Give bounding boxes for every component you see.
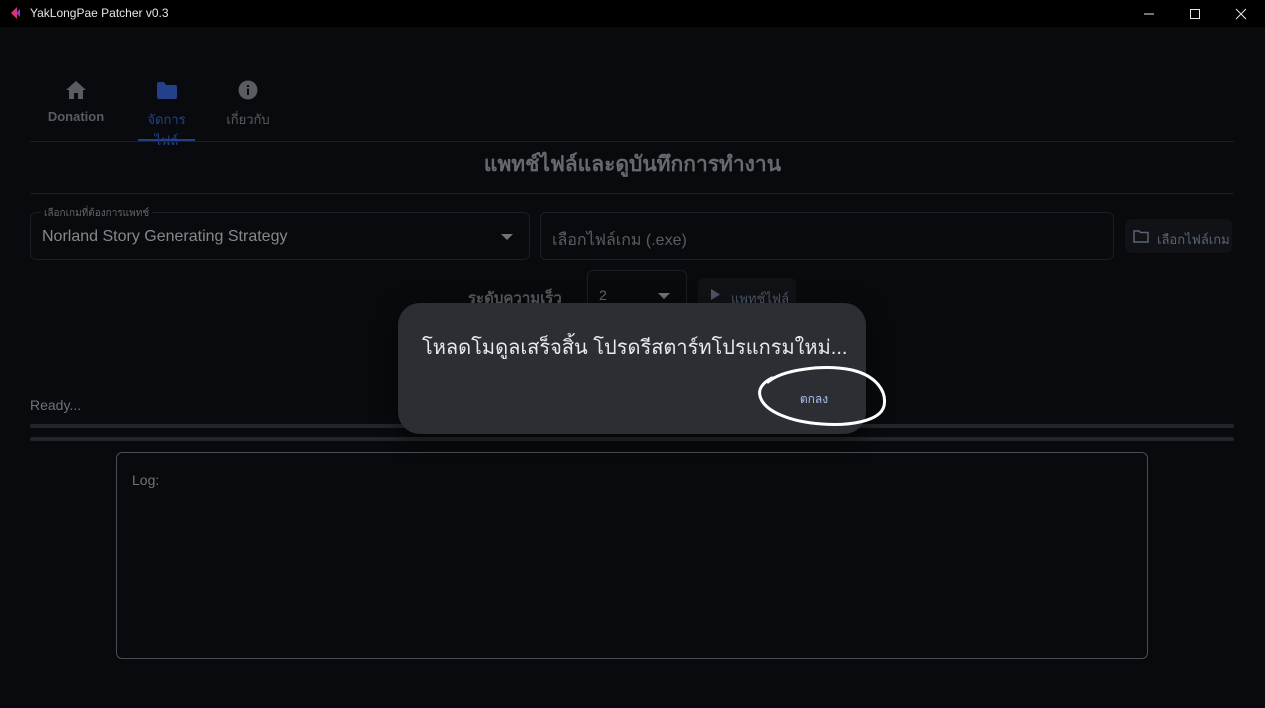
maximize-button[interactable] (1172, 0, 1218, 27)
hand-drawn-circle-annotation (758, 366, 887, 426)
dialog-message: โหลดโมดูลเสร็จสิ้น โปรดรีสตาร์ทโปรแกรมให… (422, 337, 848, 359)
close-icon (1235, 8, 1247, 19)
minimize-button[interactable] (1126, 0, 1172, 27)
close-button[interactable] (1218, 0, 1264, 27)
title-bar: YakLongPae Patcher v0.3 (0, 0, 1265, 27)
app-logo-icon (11, 7, 20, 19)
maximize-icon (1190, 8, 1200, 19)
minimize-icon (1144, 13, 1154, 14)
window-title: YakLongPae Patcher v0.3 (30, 6, 169, 20)
